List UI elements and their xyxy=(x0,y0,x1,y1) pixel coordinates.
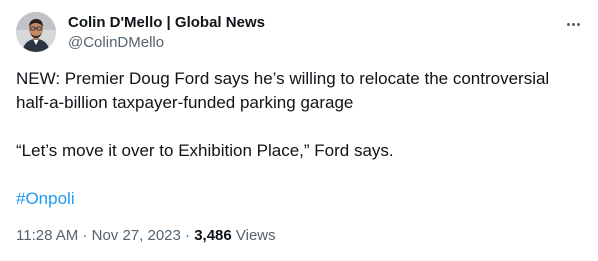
views-label: Views xyxy=(231,227,276,244)
tweet-paragraph: “Let’s move it over to Exhibition Place,… xyxy=(16,141,394,160)
tweet-card: Colin D'Mello | Global News @ColinDMello… xyxy=(0,0,598,261)
more-horizontal-icon xyxy=(566,22,570,26)
author-handle[interactable]: @ColinDMello xyxy=(68,33,265,53)
more-options-button[interactable] xyxy=(562,14,584,34)
tweet-paragraph: NEW: Premier Doug Ford says he’s willing… xyxy=(16,69,550,112)
hashtag-link[interactable]: #Onpoli xyxy=(16,189,75,208)
avatar[interactable] xyxy=(16,12,56,52)
tweet-text: NEW: Premier Doug Ford says he’s willing… xyxy=(16,67,582,211)
author-block: Colin D'Mello | Global News @ColinDMello xyxy=(68,13,265,53)
author-name[interactable]: Colin D'Mello | Global News xyxy=(68,13,265,33)
meta-separator: · xyxy=(78,227,92,244)
avatar-image xyxy=(16,12,56,52)
tweet-time[interactable]: 11:28 AM xyxy=(16,227,78,244)
views-count: 3,486 xyxy=(194,227,232,244)
tweet-meta: 11:28 AM · Nov 27, 2023 · 3,486 Views xyxy=(16,226,276,246)
hashtag-paragraph: #Onpoli xyxy=(16,187,582,211)
more-horizontal-icon-dot xyxy=(571,22,575,26)
more-horizontal-icon-dot xyxy=(576,22,580,26)
tweet-date[interactable]: Nov 27, 2023 xyxy=(92,227,181,244)
meta-separator: · xyxy=(180,227,195,244)
